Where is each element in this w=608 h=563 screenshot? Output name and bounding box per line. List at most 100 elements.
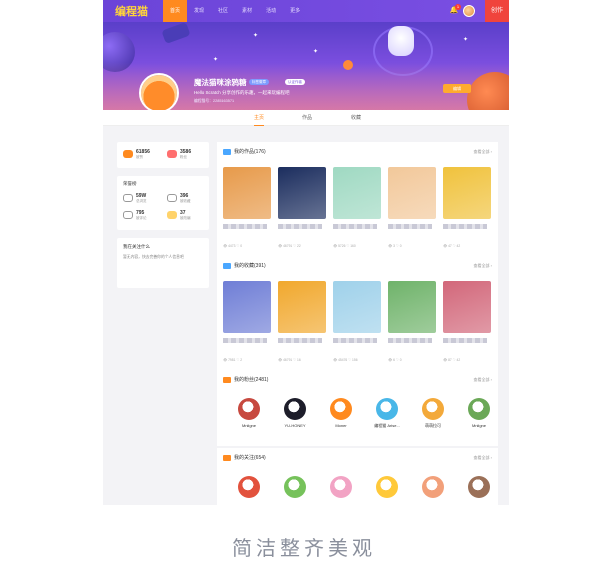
nav-tab-home[interactable]: 首页 bbox=[163, 0, 188, 22]
work-title-blurred[interactable] bbox=[223, 224, 267, 229]
avatar[interactable] bbox=[330, 398, 352, 420]
notification-badge: 1 bbox=[455, 4, 461, 10]
nav-tab-events[interactable]: 活动 bbox=[259, 0, 283, 22]
stat-label: 被改编 bbox=[180, 216, 191, 220]
comment-icon bbox=[123, 211, 133, 219]
user-name[interactable]: YU-HONEY bbox=[275, 423, 315, 428]
avatar[interactable] bbox=[376, 476, 398, 498]
work-thumbnail[interactable] bbox=[223, 167, 271, 219]
user-name[interactable]: 编程猫 Arise... bbox=[367, 423, 407, 429]
fan-user[interactable]: Mniigne bbox=[229, 398, 269, 428]
avatar[interactable] bbox=[330, 476, 352, 498]
work-meta: 👁 46791 ♡ 22 bbox=[278, 244, 301, 248]
profile-page: 编程猫 首页 发现 社区 素材 活动 更多 🔔 1 创作 ✦ ✦ ✦ ✦ 魔法猫… bbox=[103, 0, 509, 505]
star-icon: ✦ bbox=[463, 37, 469, 43]
stats-card: 61856 被赞 3586 粉丝 bbox=[117, 142, 209, 168]
favorite-meta: 👁 6 ♡ 0 bbox=[388, 358, 402, 362]
star-icon: ✦ bbox=[253, 33, 259, 39]
star-icon: ✦ bbox=[313, 49, 319, 55]
work-thumbnail[interactable] bbox=[333, 167, 381, 219]
nav-tab-more[interactable]: 更多 bbox=[283, 0, 307, 22]
profile-avatar[interactable] bbox=[139, 73, 179, 113]
favorites-icon bbox=[223, 262, 231, 269]
fan-user[interactable]: Mniigne bbox=[459, 398, 499, 428]
avatar[interactable] bbox=[284, 398, 306, 420]
avatar[interactable] bbox=[468, 398, 490, 420]
user-name[interactable]: Moner bbox=[321, 423, 361, 428]
avatar[interactable] bbox=[238, 398, 260, 420]
honor-title: 荣誉榜 bbox=[123, 181, 137, 186]
favorites-title: 我的收藏(391) bbox=[223, 262, 266, 269]
following-user[interactable] bbox=[367, 476, 407, 498]
favorite-meta: 👁 45476 ♡ 156 bbox=[333, 358, 358, 362]
avatar[interactable] bbox=[468, 476, 490, 498]
following-title-text: 我的关注(654) bbox=[234, 455, 266, 461]
user-name[interactable]: 萌萌拉可 bbox=[413, 423, 453, 429]
avatar[interactable] bbox=[422, 476, 444, 498]
favorites-more-link[interactable]: 查看全部 › bbox=[474, 263, 492, 269]
fan-user[interactable]: YU-HONEY bbox=[275, 398, 315, 428]
favorite-thumbnail[interactable] bbox=[278, 281, 326, 333]
nav-tab-discover[interactable]: 发现 bbox=[187, 0, 211, 22]
tab-works[interactable]: 作品 bbox=[302, 110, 312, 126]
favorite-meta: 👁 7981 ♡ 2 bbox=[223, 358, 243, 362]
following-icon bbox=[223, 454, 231, 461]
works-title-text: 我的作品(176) bbox=[234, 149, 266, 155]
user-name[interactable]: Mniigne bbox=[229, 423, 269, 428]
following-user[interactable] bbox=[413, 476, 453, 498]
work-thumbnail[interactable] bbox=[443, 167, 491, 219]
create-button[interactable]: 创作 bbox=[485, 0, 509, 22]
work-title-blurred[interactable] bbox=[333, 224, 377, 229]
fan-user[interactable]: 萌萌拉可 bbox=[413, 398, 453, 429]
favorite-thumbnail[interactable] bbox=[443, 281, 491, 333]
work-title-blurred[interactable] bbox=[443, 224, 487, 229]
user-avatar[interactable] bbox=[463, 5, 475, 17]
fans-more-link[interactable]: 查看全部 › bbox=[474, 377, 492, 383]
edit-profile-button[interactable]: 编辑 bbox=[443, 84, 471, 93]
intro-title: 我在关注什么 bbox=[123, 244, 150, 249]
tab-home[interactable]: 主页 bbox=[254, 110, 265, 126]
profile-tag: 认证作者 bbox=[285, 79, 305, 85]
following-user[interactable] bbox=[229, 476, 269, 498]
favorite-thumbnail[interactable] bbox=[333, 281, 381, 333]
work-meta: 👁 5726 ♡ 160 bbox=[333, 244, 356, 248]
fans-title: 我的粉丝(2481) bbox=[223, 376, 268, 383]
avatar[interactable] bbox=[284, 476, 306, 498]
following-section: 我的关注(654) 查看全部 › bbox=[217, 448, 498, 505]
works-more-link[interactable]: 查看全部 › bbox=[474, 149, 492, 155]
favorite-title-blurred[interactable] bbox=[388, 338, 432, 343]
following-more-link[interactable]: 查看全部 › bbox=[474, 455, 492, 461]
work-title-blurred[interactable] bbox=[278, 224, 322, 229]
nav-tab-assets[interactable]: 素材 bbox=[235, 0, 259, 22]
honor-card: 荣誉榜 59W 总浏览 396 被收藏 795 被评论 37 被改编 bbox=[117, 176, 209, 230]
avatar[interactable] bbox=[376, 398, 398, 420]
fan-user[interactable]: Moner bbox=[321, 398, 361, 428]
following-user[interactable] bbox=[275, 476, 315, 498]
following-user[interactable] bbox=[459, 476, 499, 498]
profile-tag: 标签徽章 bbox=[249, 79, 269, 85]
stat-label: 被赞 bbox=[136, 155, 143, 159]
favorite-title-blurred[interactable] bbox=[333, 338, 377, 343]
following-user[interactable] bbox=[321, 476, 361, 498]
favorite-thumbnail[interactable] bbox=[223, 281, 271, 333]
nav-tab-community[interactable]: 社区 bbox=[211, 0, 235, 22]
user-name[interactable]: Mniigne bbox=[459, 423, 499, 428]
work-title-blurred[interactable] bbox=[388, 224, 432, 229]
bell-icon[interactable]: 🔔 1 bbox=[449, 4, 461, 16]
like-icon bbox=[123, 150, 133, 158]
stat-label: 被评论 bbox=[136, 216, 147, 220]
avatar[interactable] bbox=[238, 476, 260, 498]
fan-user[interactable]: 编程猫 Arise... bbox=[367, 398, 407, 429]
fans-title-text: 我的粉丝(2481) bbox=[234, 377, 269, 383]
avatar[interactable] bbox=[422, 398, 444, 420]
work-thumbnail[interactable] bbox=[278, 167, 326, 219]
site-logo[interactable]: 编程猫 bbox=[115, 3, 163, 19]
intro-card: 我在关注什么 暂无内容，快去完善你的个人信息吧 bbox=[117, 238, 209, 288]
astronaut-decoration bbox=[388, 26, 414, 56]
favorite-title-blurred[interactable] bbox=[278, 338, 322, 343]
favorite-thumbnail[interactable] bbox=[388, 281, 436, 333]
work-thumbnail[interactable] bbox=[388, 167, 436, 219]
favorite-title-blurred[interactable] bbox=[223, 338, 267, 343]
tab-favorites[interactable]: 收藏 bbox=[351, 110, 361, 126]
favorite-title-blurred[interactable] bbox=[443, 338, 487, 343]
